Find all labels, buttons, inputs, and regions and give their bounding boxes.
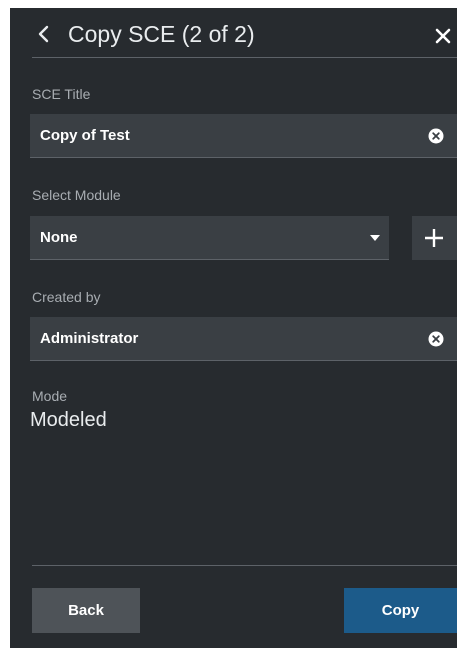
footer-divider: [32, 565, 457, 566]
dialog-header: Copy SCE (2 of 2): [10, 8, 457, 60]
sce-title-label: SCE Title: [32, 86, 91, 102]
sce-title-field[interactable]: Copy of Test: [30, 114, 457, 158]
chevron-down-icon: [370, 235, 380, 241]
copy-button[interactable]: Copy: [344, 588, 457, 633]
created-by-label: Created by: [32, 289, 101, 305]
created-by-field[interactable]: Administrator: [30, 317, 457, 361]
clear-icon[interactable]: [428, 128, 444, 144]
add-module-button[interactable]: [412, 216, 457, 260]
header-divider: [32, 57, 457, 58]
module-select[interactable]: None: [30, 216, 389, 260]
mode-label: Mode: [32, 388, 68, 404]
plus-icon: [425, 229, 443, 247]
chevron-left-icon[interactable]: [34, 24, 54, 44]
back-button[interactable]: Back: [32, 588, 140, 633]
clear-icon[interactable]: [428, 331, 444, 347]
created-by-value: Administrator: [40, 330, 139, 347]
mode-value: Modeled: [30, 409, 107, 431]
close-icon[interactable]: [434, 27, 452, 45]
sce-title-value: Copy of Test: [40, 127, 130, 144]
module-select-value: None: [40, 229, 78, 246]
copy-sce-dialog: Copy SCE (2 of 2) SCE Title Copy of Test…: [10, 8, 457, 648]
dialog-title: Copy SCE (2 of 2): [68, 21, 255, 47]
select-module-label: Select Module: [32, 187, 121, 203]
